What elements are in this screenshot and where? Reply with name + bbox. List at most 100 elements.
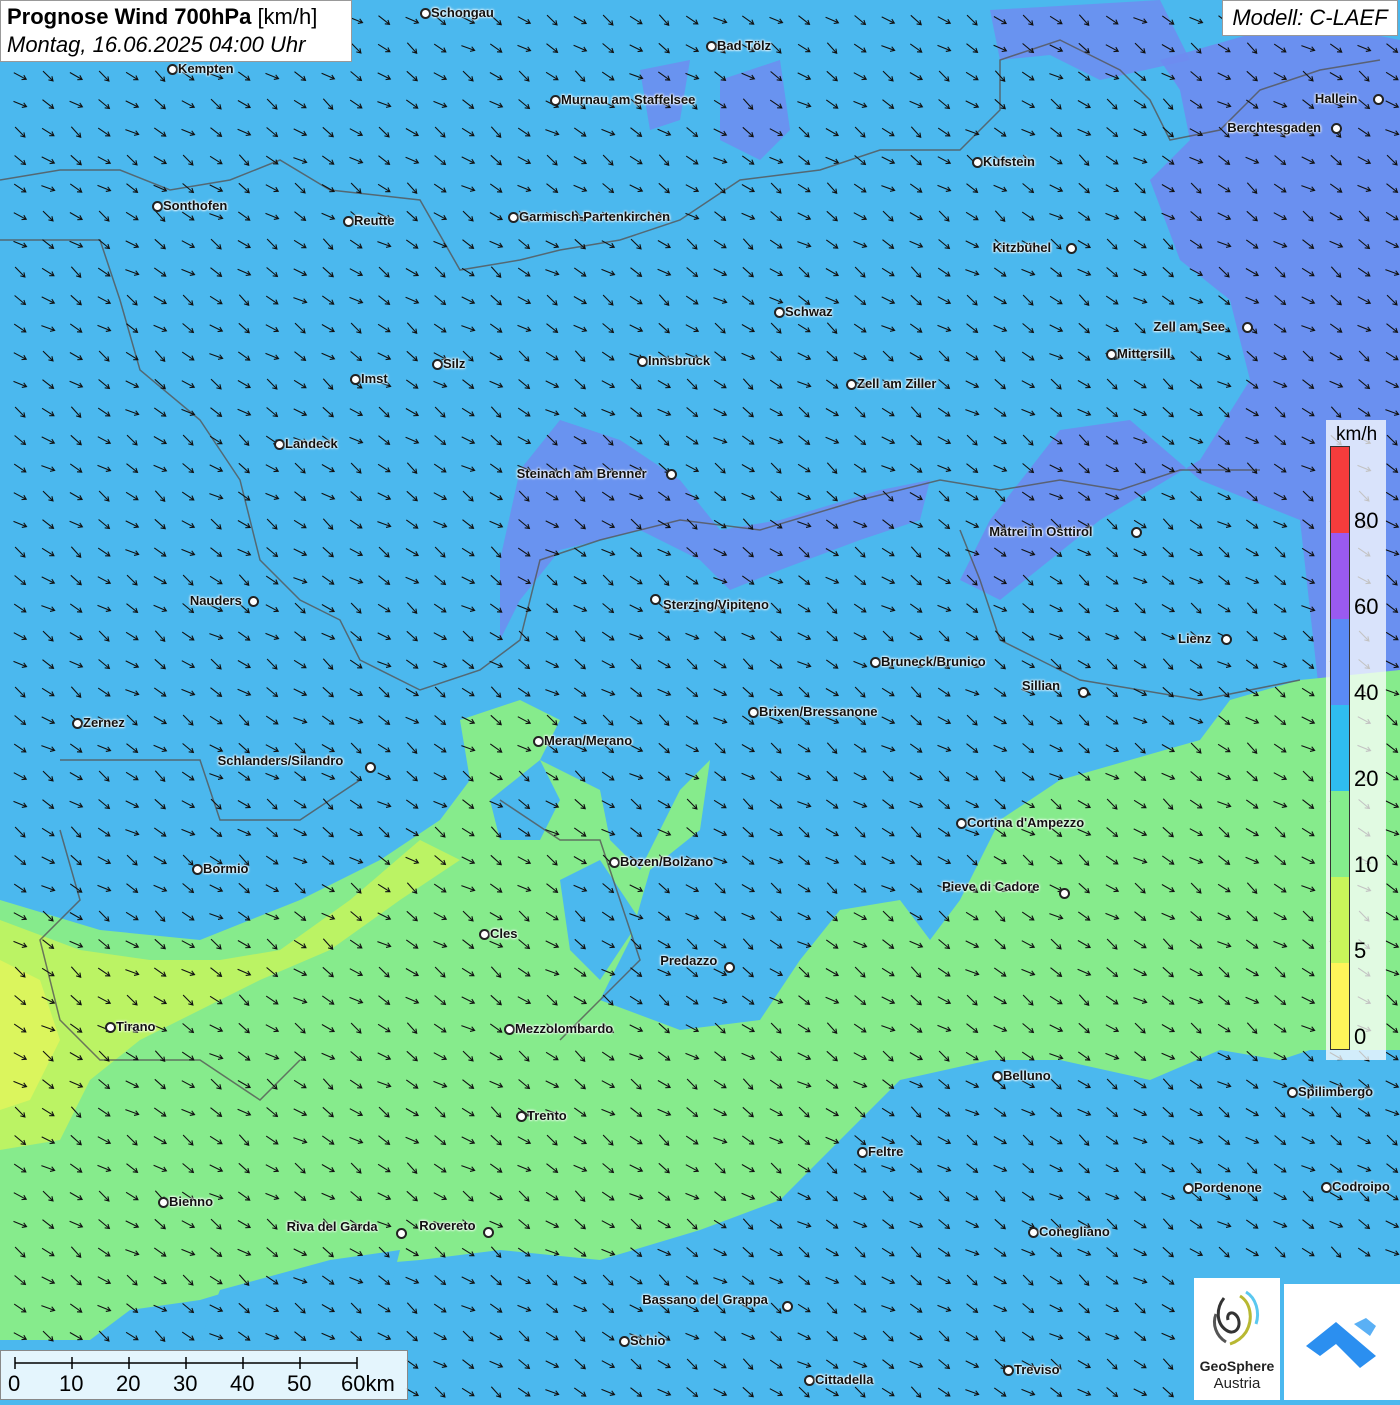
city-dot-icon bbox=[706, 41, 717, 52]
city-dot-icon bbox=[666, 469, 677, 480]
city-dot-icon bbox=[804, 1375, 815, 1386]
city-dot-icon bbox=[846, 379, 857, 390]
scale-label-60km: 60km bbox=[341, 1371, 395, 1396]
legend-label: 60 bbox=[1354, 594, 1379, 619]
scale-label-20: 20 bbox=[116, 1371, 141, 1396]
geosphere-logo[interactable]: GeoSphere Austria bbox=[1194, 1278, 1280, 1400]
geosphere-subname: Austria bbox=[1213, 1375, 1261, 1392]
city-dot-icon bbox=[432, 359, 443, 370]
city-label: Bozen/Bolzano bbox=[620, 854, 714, 869]
city-label: Cortina d'Ampezzo bbox=[967, 815, 1085, 830]
city-label: Zernez bbox=[83, 715, 125, 730]
city-label: Brixen/Bressanone bbox=[759, 704, 878, 719]
legend-swatch bbox=[1331, 963, 1349, 1049]
city-dot-icon bbox=[1028, 1227, 1039, 1238]
city-dot-icon bbox=[365, 762, 376, 773]
city-dot-icon bbox=[1131, 527, 1142, 538]
city-dot-icon bbox=[516, 1111, 527, 1122]
city-dot-icon bbox=[748, 707, 759, 718]
city-label: Spilimbergo bbox=[1298, 1084, 1374, 1099]
city-dot-icon bbox=[1331, 123, 1342, 134]
geosphere-name: GeoSphere bbox=[1199, 1358, 1275, 1374]
city-label: Kempten bbox=[178, 61, 234, 76]
mountain-app-icon bbox=[1306, 1318, 1376, 1368]
map-title-main: Prognose Wind 700hPa bbox=[7, 4, 252, 29]
city-label: Belluno bbox=[1003, 1068, 1051, 1083]
legend-label: 80 bbox=[1354, 508, 1379, 533]
city-dot-icon bbox=[396, 1228, 407, 1239]
city-label: Cles bbox=[490, 926, 518, 941]
city-dot-icon bbox=[1373, 94, 1384, 105]
forecast-datetime: Montag, 16.06.2025 04:00 Uhr bbox=[7, 32, 306, 57]
city-label: Kufstein bbox=[983, 154, 1035, 169]
city-label: Mittersill bbox=[1117, 346, 1171, 361]
city-dot-icon bbox=[1321, 1182, 1332, 1193]
legend-label: 5 bbox=[1354, 938, 1367, 963]
city-label: Trento bbox=[527, 1108, 567, 1123]
city-label: Sonthofen bbox=[163, 198, 228, 213]
city-label: Kitzbühel bbox=[992, 240, 1052, 255]
city-dot-icon bbox=[105, 1022, 116, 1033]
city-dot-icon bbox=[479, 929, 490, 940]
city-label: Hallein bbox=[1314, 91, 1358, 106]
city-dot-icon bbox=[504, 1024, 515, 1035]
legend-swatch bbox=[1331, 533, 1349, 619]
city-dot-icon bbox=[152, 201, 163, 212]
city-label: Feltre bbox=[868, 1144, 904, 1159]
scale-label-30: 30 bbox=[173, 1371, 198, 1396]
legend-label: 40 bbox=[1354, 680, 1379, 705]
city-label: Imst bbox=[361, 371, 388, 386]
city-label: Silz bbox=[443, 356, 466, 371]
city-dot-icon bbox=[956, 818, 967, 829]
city-dot-icon bbox=[274, 439, 285, 450]
city-label: Murnau am Staffelsee bbox=[561, 92, 696, 107]
legend-swatch bbox=[1331, 791, 1349, 877]
city-dot-icon bbox=[609, 857, 620, 868]
city-label: Schongau bbox=[431, 5, 494, 20]
city-dot-icon bbox=[782, 1301, 793, 1312]
city-dot-icon bbox=[1242, 322, 1253, 333]
city-dot-icon bbox=[992, 1071, 1003, 1082]
scale-ticks bbox=[14, 1357, 358, 1369]
city-dot-icon bbox=[350, 374, 361, 385]
city-dot-icon bbox=[72, 718, 83, 729]
city-label: Berchtesgaden bbox=[1227, 120, 1322, 135]
city-label: Bad Tölz bbox=[717, 38, 772, 53]
city-dot-icon bbox=[774, 307, 785, 318]
color-legend: km/h 0 5 10 20 40 60 80 bbox=[1326, 420, 1386, 1060]
city-label: Landeck bbox=[285, 436, 338, 451]
geosphere-emblem-icon bbox=[1212, 1290, 1260, 1346]
city-label: Meran/Merano bbox=[544, 733, 633, 748]
app-logo[interactable] bbox=[1284, 1284, 1400, 1400]
city-dot-icon bbox=[972, 157, 983, 168]
city-label: Lienz bbox=[1178, 631, 1212, 646]
city-dot-icon bbox=[550, 95, 561, 106]
city-label: Mezzolombardo bbox=[515, 1021, 614, 1036]
city-label: Riva del Garda bbox=[286, 1219, 378, 1234]
scale-label-10: 10 bbox=[59, 1371, 84, 1396]
city-label: Reutte bbox=[354, 213, 395, 228]
legend-color-bar bbox=[1330, 446, 1350, 1050]
city-dot-icon bbox=[1183, 1183, 1194, 1194]
city-label: Schwaz bbox=[785, 304, 833, 319]
city-label: Schio bbox=[630, 1333, 666, 1348]
city-label: Nauders bbox=[189, 593, 242, 608]
city-dot-icon bbox=[637, 356, 648, 367]
scale-label-50: 50 bbox=[287, 1371, 312, 1396]
city-label: Bienno bbox=[169, 1194, 214, 1209]
city-dot-icon bbox=[1221, 634, 1232, 645]
scale-label-0: 0 bbox=[8, 1371, 21, 1396]
city-label: Sterzing/Vipiteno bbox=[663, 597, 769, 612]
city-label: Treviso bbox=[1014, 1362, 1060, 1377]
city-label: Rovereto bbox=[419, 1218, 476, 1233]
city-label: Zell am Ziller bbox=[857, 376, 937, 391]
model-label: Modell: C-LAEF bbox=[1222, 0, 1398, 36]
city-dot-icon bbox=[1106, 349, 1117, 360]
city-label: Cittadella bbox=[815, 1372, 874, 1387]
city-dot-icon bbox=[343, 216, 354, 227]
city-label: Conegliano bbox=[1039, 1224, 1110, 1239]
city-dot-icon bbox=[158, 1197, 169, 1208]
city-label: Pieve di Cadore bbox=[942, 879, 1040, 894]
city-dot-icon bbox=[1066, 243, 1077, 254]
city-label: Sillian bbox=[1021, 678, 1061, 693]
